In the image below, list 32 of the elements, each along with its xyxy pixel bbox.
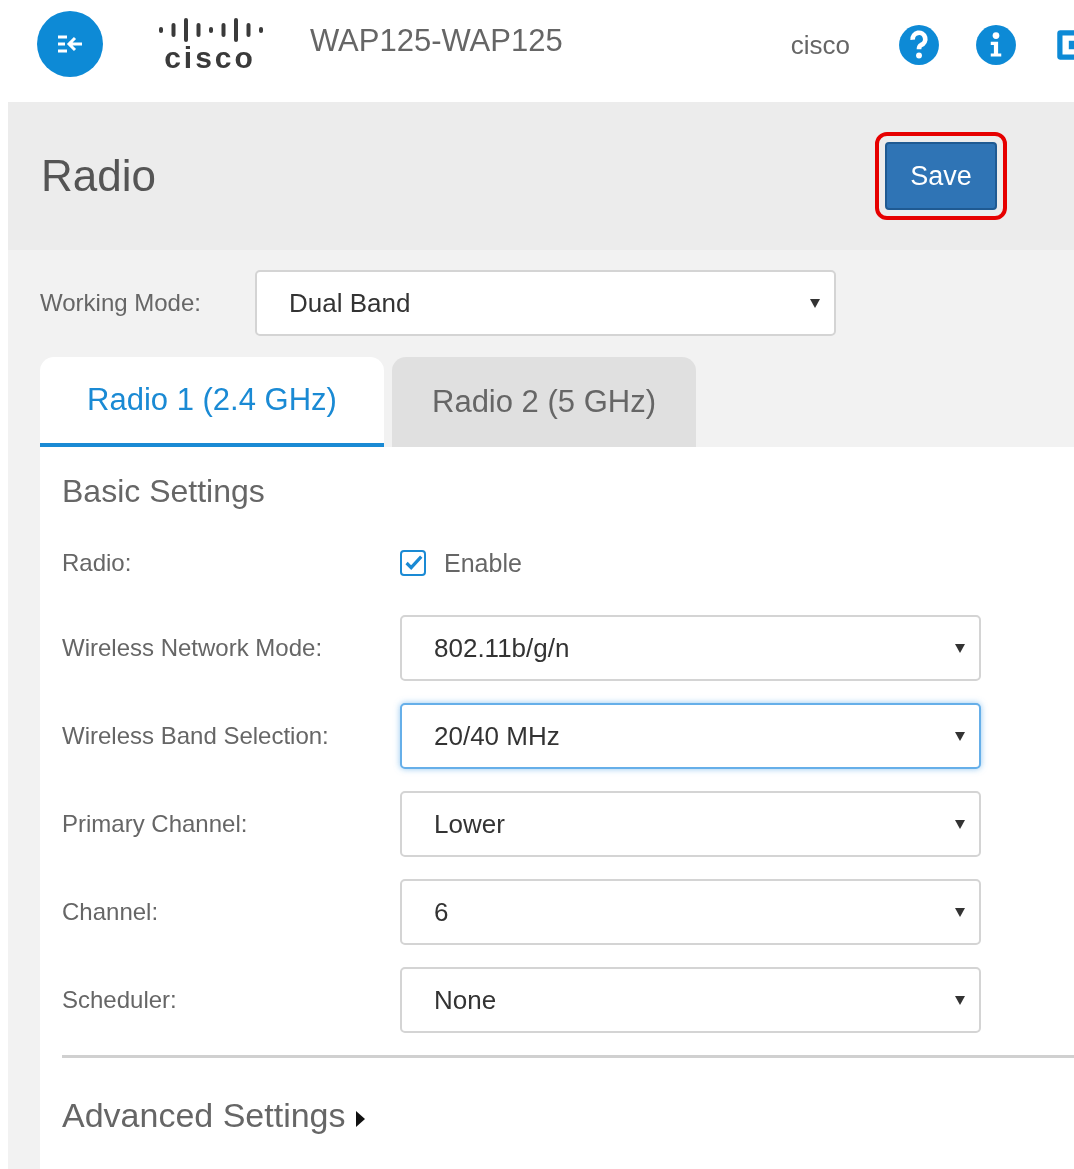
page-title: Radio — [41, 151, 156, 201]
field-label: Primary Channel: — [62, 810, 249, 838]
dropdown[interactable]: None — [400, 967, 981, 1033]
section-heading: Basic Settings — [62, 472, 266, 511]
caret-icon — [955, 643, 965, 653]
info-icon[interactable] — [975, 24, 1017, 66]
dropdown[interactable]: Dual Band — [255, 270, 836, 336]
section-toggle[interactable]: Advanced Settings — [62, 1096, 365, 1135]
field-label: Channel: — [62, 898, 160, 926]
help-icon[interactable] — [898, 24, 940, 66]
caret-icon — [955, 819, 965, 829]
dropdown[interactable]: 802.11b/g/n — [400, 615, 981, 681]
tab[interactable]: Radio 2 (5 GHz) — [392, 357, 696, 447]
field-label: Wireless Network Mode: — [62, 634, 324, 662]
field-label: Scheduler: — [62, 986, 178, 1014]
save-button[interactable]: Save — [885, 142, 997, 210]
field-label: Wireless Band Selection: — [62, 722, 330, 750]
tab[interactable]: Radio 1 (2.4 GHz) — [40, 357, 384, 447]
field-label: Radio: — [62, 549, 133, 577]
caret-icon — [955, 995, 965, 1005]
dropdown[interactable]: 6 — [400, 879, 981, 945]
caret-icon — [955, 731, 965, 741]
caret-icon — [810, 298, 820, 308]
checkbox[interactable] — [400, 550, 426, 576]
field-label: Working Mode: — [40, 289, 202, 317]
device-name: WAP125-WAP125 — [310, 23, 563, 59]
checkbox-label: Enable — [444, 548, 522, 578]
logo-wordmark: cisco — [164, 43, 256, 73]
dropdown[interactable]: Lower — [400, 791, 981, 857]
caret-icon — [955, 907, 965, 917]
dropdown[interactable]: 20/40 MHz — [400, 703, 981, 769]
user-name: cisco — [790, 29, 850, 61]
